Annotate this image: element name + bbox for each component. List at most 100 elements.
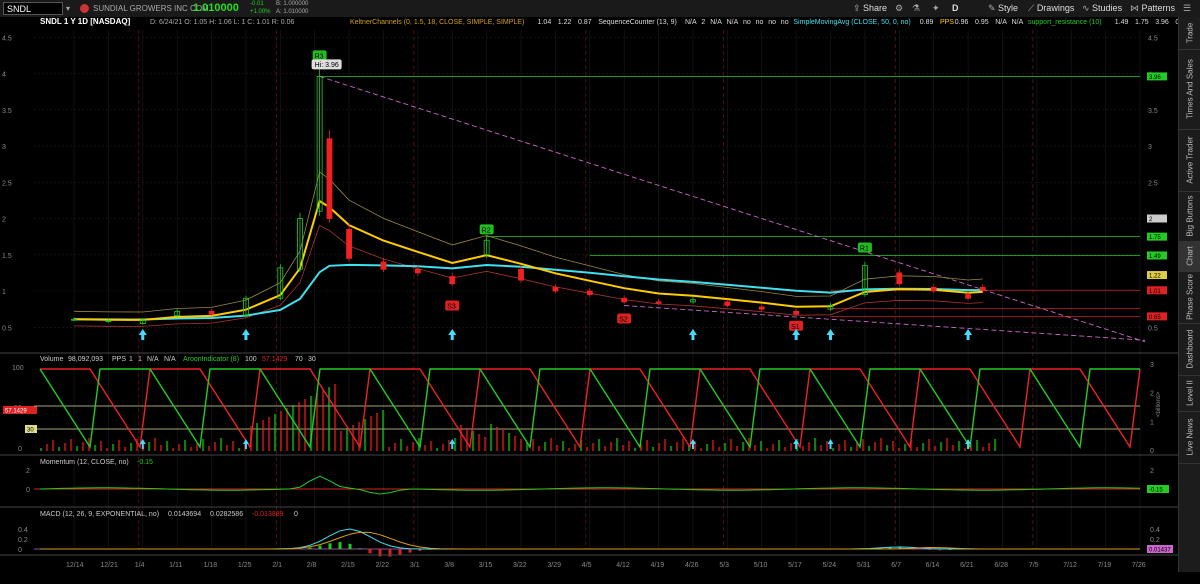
high-label: Hi: 3.96 bbox=[311, 59, 342, 70]
chart-area[interactable]: SNDL 1 Y 1D [NASDAQ] D: 6/24/21 O: 1.05 … bbox=[0, 17, 1178, 584]
volume-bar bbox=[508, 433, 511, 451]
volume-bar bbox=[820, 445, 823, 451]
volume-bar bbox=[892, 441, 895, 451]
volume-bar bbox=[994, 439, 997, 451]
x-tick-label: 6/7 bbox=[891, 562, 901, 569]
studies-button[interactable]: ∿ Studies bbox=[1082, 1, 1122, 16]
candle-body bbox=[326, 138, 333, 219]
volume-bar bbox=[454, 438, 457, 451]
x-tick-label: 3/29 bbox=[547, 562, 561, 569]
ask-price: A: 1.010000 bbox=[276, 9, 309, 15]
drawings-button[interactable]: ⟋ Drawings bbox=[1028, 1, 1074, 16]
study-value: 1.04 bbox=[538, 19, 552, 26]
volume-bar bbox=[208, 446, 211, 451]
hi-text: Hi: 3.96 bbox=[315, 62, 339, 69]
macd-hist-bar bbox=[348, 543, 352, 549]
volume-bar bbox=[388, 447, 391, 451]
style-button[interactable]: ✎ Style bbox=[988, 1, 1018, 16]
volume-bar bbox=[256, 423, 259, 451]
macd-hist-bar bbox=[358, 548, 362, 549]
volume-bar bbox=[112, 444, 115, 451]
symbol-input[interactable]: SNDL bbox=[3, 2, 63, 15]
volume-bar bbox=[898, 448, 901, 451]
y-tick-label: 100 bbox=[12, 365, 24, 372]
candle-body bbox=[655, 301, 662, 304]
sidebar-tab-times-and-sales[interactable]: Times And Sales bbox=[1179, 49, 1200, 130]
volume-bar bbox=[340, 431, 343, 451]
lightbulb-icon[interactable]: ✦ bbox=[932, 1, 940, 16]
x-tick-label: 4/26 bbox=[685, 562, 699, 569]
sidebar-tab-chart[interactable]: Chart bbox=[1179, 241, 1200, 272]
sidebar-tab-big-buttons[interactable]: Big Buttons bbox=[1179, 191, 1200, 242]
x-tick-label: 1/11 bbox=[169, 562, 182, 569]
volume-bar bbox=[436, 448, 439, 451]
ohlc-readout: D: 6/24/21 O: 1.05 H: 1.06 L: 1 C: 1.01 … bbox=[150, 19, 294, 26]
y-tick-label: 3.5 bbox=[1148, 108, 1158, 115]
volume-bar bbox=[394, 443, 397, 451]
sidebar-tab-phase-score[interactable]: Phase Score bbox=[1179, 271, 1200, 324]
price-tag-label: 1.01 bbox=[1149, 289, 1161, 295]
candle-body bbox=[552, 286, 559, 292]
macd-hist-bar bbox=[368, 549, 372, 554]
volume-bar bbox=[448, 440, 451, 451]
flask-icon[interactable]: ⚗ bbox=[912, 1, 920, 16]
sidebar-tab-live-news[interactable]: Live News bbox=[1179, 411, 1200, 464]
menu-icon[interactable]: ☰ bbox=[1183, 1, 1191, 16]
y-tick-label: 0.5 bbox=[2, 325, 12, 332]
candle-body bbox=[724, 301, 731, 306]
x-tick-label: 7/12 bbox=[1063, 562, 1077, 569]
aggregation-button[interactable]: D bbox=[952, 1, 959, 16]
volume-bar bbox=[556, 445, 559, 451]
sidebar-tab-level-ii[interactable]: Level II bbox=[1179, 375, 1200, 412]
volume-bar bbox=[550, 438, 553, 451]
sidebar-tab-dashboard[interactable]: Dashboard bbox=[1179, 323, 1200, 376]
percent-change: +1.00% bbox=[250, 9, 271, 15]
volume-extra: 1 bbox=[129, 356, 133, 363]
candle-body bbox=[380, 261, 387, 270]
volume-bar bbox=[832, 448, 835, 451]
volume-bar bbox=[664, 439, 667, 451]
settings-icon[interactable]: ⚙ bbox=[895, 1, 903, 16]
volume-bar bbox=[874, 442, 877, 451]
study-value: no bbox=[768, 19, 776, 26]
patterns-button[interactable]: ⋈ Patterns bbox=[1130, 1, 1175, 16]
sidebar-tab-active-trader[interactable]: Active Trader bbox=[1179, 129, 1200, 192]
share-icon: ⇪ bbox=[853, 3, 864, 13]
volume-bar bbox=[928, 439, 931, 451]
alert-icon[interactable] bbox=[80, 4, 89, 13]
y-tick-label: 3 bbox=[2, 144, 6, 151]
volume-bar bbox=[772, 444, 775, 451]
y-tick-label: 4.5 bbox=[1148, 35, 1158, 42]
volume-bar bbox=[274, 414, 277, 451]
x-tick-label: 5/17 bbox=[788, 562, 802, 569]
volume-bar bbox=[718, 447, 721, 451]
x-tick-label: 5/31 bbox=[857, 562, 871, 569]
volume-bar bbox=[700, 448, 703, 451]
sidebar-tab-label: Active Trader bbox=[1185, 136, 1195, 184]
symbol-dropdown-icon[interactable]: ▾ bbox=[66, 0, 70, 17]
study-value: 1.75 bbox=[1135, 19, 1149, 26]
sidebar-tab-label: Live News bbox=[1185, 418, 1195, 456]
aroon-value: 70 bbox=[295, 356, 303, 363]
x-tick-label: 4/19 bbox=[651, 562, 665, 569]
sidebar-tab-trade[interactable]: Trade bbox=[1179, 17, 1200, 50]
x-tick-label: 5/10 bbox=[754, 562, 768, 569]
volume-bar bbox=[742, 442, 745, 451]
volume-bar bbox=[214, 442, 217, 451]
volume-bar bbox=[652, 447, 655, 451]
x-tick-label: 2/1 bbox=[272, 562, 282, 569]
x-tick-label: 2/22 bbox=[375, 562, 389, 569]
volume-bar bbox=[838, 444, 841, 451]
volume-bar bbox=[520, 439, 523, 451]
candle-body bbox=[586, 290, 593, 296]
volume-bar bbox=[760, 441, 763, 451]
volume-bar bbox=[70, 439, 73, 451]
volume-bar bbox=[802, 446, 805, 451]
volume-bar bbox=[724, 443, 727, 451]
volume-bar bbox=[154, 438, 157, 451]
volume-bar bbox=[40, 448, 43, 451]
sidebar-tab-label: Chart bbox=[1185, 246, 1195, 266]
macd-value: 0.0282586 bbox=[210, 511, 243, 518]
study-value: N/A bbox=[1012, 19, 1024, 26]
share-button[interactable]: ⇪ Share bbox=[853, 1, 887, 16]
